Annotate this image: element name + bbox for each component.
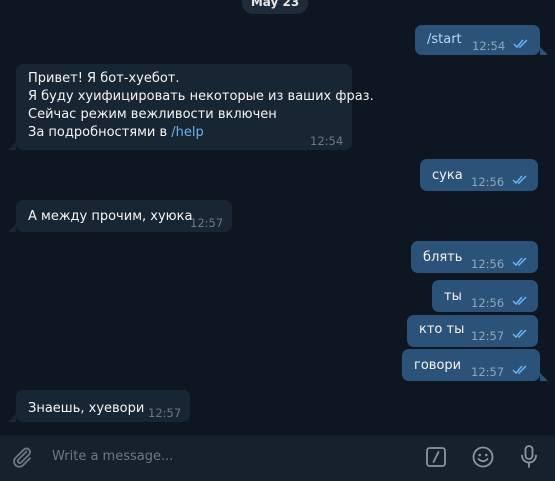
message-line: Сейчас режим вежливости включен — [28, 107, 277, 122]
message-text: блять — [423, 250, 463, 265]
outgoing-message[interactable]: говори 12:57 — [402, 349, 540, 381]
outgoing-message[interactable]: /start 12:54 — [415, 25, 540, 55]
message-time: 12:54 — [472, 39, 506, 53]
incoming-message[interactable]: Привет! Я бот-хуебот. Я буду хуифицирова… — [16, 64, 374, 150]
bubble-tail — [540, 373, 548, 381]
paperclip-icon[interactable] — [10, 445, 34, 469]
message-composer: Write a message... — [0, 434, 555, 481]
outgoing-message[interactable]: ты 12:56 — [432, 280, 538, 312]
message-line-prefix: За подробностями в — [28, 125, 172, 140]
double-check-icon — [513, 39, 528, 49]
double-check-icon — [512, 257, 527, 267]
message-text: говори — [414, 358, 462, 373]
slash-commands-icon[interactable] — [425, 446, 447, 468]
message-time: 12:56 — [471, 175, 505, 189]
message-text[interactable]: /start — [427, 31, 462, 49]
message-time: 12:57 — [471, 365, 505, 379]
message-text: А между прочим, хуюка — [28, 209, 193, 224]
microphone-icon[interactable] — [517, 444, 541, 470]
message-time: 12:57 — [190, 216, 224, 230]
message-line: Я буду хуифицировать некоторые из ваших … — [28, 89, 374, 104]
message-line: Привет! Я бот-хуебот. — [28, 71, 180, 86]
message-text: Знаешь, хуевори — [28, 401, 145, 416]
chat-history[interactable]: May 23 /start 12:54 Привет! Я бот-хуебот… — [0, 0, 555, 434]
message-text: ты — [444, 289, 462, 304]
message-text: кто ты — [419, 322, 465, 337]
message-input[interactable]: Write a message... — [52, 449, 173, 464]
double-check-icon — [512, 365, 527, 375]
bubble-tail — [8, 414, 16, 422]
incoming-message[interactable]: А между прочим, хуюка 12:57 — [16, 200, 232, 232]
bubble-tail — [8, 224, 16, 232]
message-text: сука — [432, 168, 463, 183]
date-separator: May 23 — [242, 0, 308, 14]
message-time: 12:57 — [148, 406, 182, 420]
smiley-icon[interactable] — [471, 445, 495, 469]
bubble-tail — [540, 47, 548, 55]
message-time: 12:56 — [471, 257, 505, 271]
message-time: 12:57 — [471, 329, 505, 343]
bubble-tail — [8, 142, 16, 150]
outgoing-message[interactable]: сука 12:56 — [420, 159, 538, 191]
message-time: 12:56 — [471, 296, 505, 310]
incoming-message[interactable]: Знаешь, хуевори 12:57 — [16, 390, 190, 422]
help-command-link[interactable]: /help — [171, 125, 203, 140]
double-check-icon — [512, 296, 527, 306]
message-time: 12:54 — [310, 134, 344, 148]
outgoing-message[interactable]: кто ты 12:57 — [407, 315, 538, 347]
message-line: За подробностями в /help — [28, 124, 204, 142]
outgoing-message[interactable]: блять 12:56 — [411, 241, 538, 273]
double-check-icon — [512, 175, 527, 185]
double-check-icon — [512, 329, 527, 339]
